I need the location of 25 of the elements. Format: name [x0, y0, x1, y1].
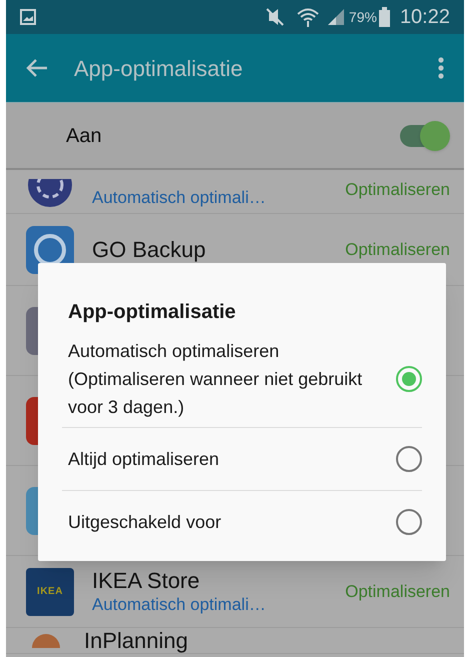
battery-percent: 79%: [348, 8, 377, 26]
back-arrow-icon[interactable]: [26, 58, 48, 78]
radio-button[interactable]: [396, 509, 422, 535]
app-icon: [26, 179, 74, 209]
battery-icon: [378, 7, 390, 27]
image-icon: [20, 9, 36, 25]
signal-icon: [326, 8, 345, 26]
option-label[interactable]: Altijd optimaliseren: [68, 445, 386, 473]
radio-button[interactable]: [396, 366, 422, 392]
dialog-title: App-optimalisatie: [68, 301, 236, 323]
app-name: IKEA Store: [92, 568, 201, 594]
app-name: InPlanning: [84, 628, 189, 654]
option-label[interactable]: Uitgeschakeld voor: [68, 508, 386, 536]
radio-button[interactable]: [396, 446, 422, 472]
app-subtitle: Automatisch optimali…: [92, 594, 267, 616]
option-label[interactable]: Automatisch optimaliseren: [68, 337, 386, 365]
option-description: (Optimaliseren wanneer niet gebruikt voor 3 dagen.): [68, 368, 364, 419]
more-options-icon[interactable]: [438, 57, 444, 79]
logo-text: IKEA: [37, 585, 63, 599]
wifi-icon: [296, 7, 319, 27]
switch-label: Aan: [66, 124, 103, 148]
app-subtitle: Automatisch optimali…: [92, 187, 267, 209]
app-bar-title: App-optimalisatie: [74, 54, 244, 83]
app-name: GO Backup: [92, 236, 207, 262]
clock: 10:22: [400, 5, 450, 30]
